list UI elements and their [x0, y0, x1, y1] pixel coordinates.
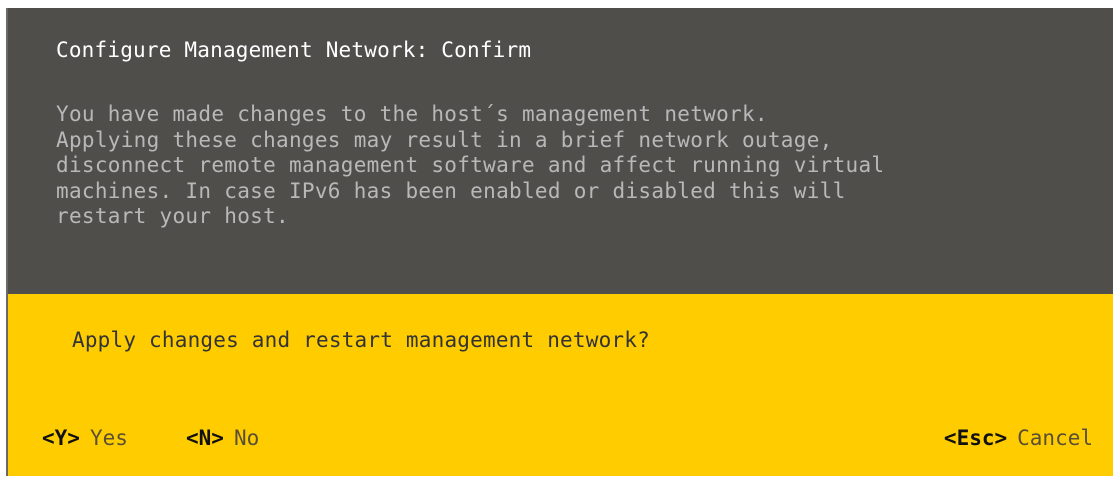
dialog-header: Configure Management Network: Confirm Yo…: [8, 8, 1113, 294]
message-line: disconnect remote management software an…: [56, 153, 885, 177]
yes-key: <Y>: [42, 426, 80, 450]
message-line: restart your host.: [56, 204, 289, 228]
confirm-question: Apply changes and restart management net…: [72, 328, 650, 352]
no-key: <N>: [186, 426, 224, 450]
no-label: No: [233, 426, 260, 450]
no-button[interactable]: <N> No: [186, 426, 259, 450]
prompt-area: Apply changes and restart management net…: [8, 294, 1113, 476]
confirm-dialog: Configure Management Network: Confirm Yo…: [6, 8, 1113, 476]
dialog-title: Configure Management Network: Confirm: [56, 38, 532, 62]
dialog-message: You have made changes to the host´s mana…: [56, 102, 884, 230]
cancel-label: Cancel: [1017, 426, 1093, 450]
cancel-button[interactable]: <Esc> Cancel: [944, 426, 1093, 450]
cancel-key: <Esc>: [943, 426, 1008, 450]
yes-label: Yes: [89, 426, 128, 450]
message-line: You have made changes to the host´s mana…: [56, 102, 768, 126]
key-action-bar: <Y> Yes <N> No <Esc> Cancel: [42, 426, 1093, 452]
yes-button[interactable]: <Y> Yes: [42, 426, 128, 450]
message-line: machines. In case IPv6 has been enabled …: [56, 178, 846, 203]
message-line: Applying these changes may result in a b…: [56, 127, 833, 152]
